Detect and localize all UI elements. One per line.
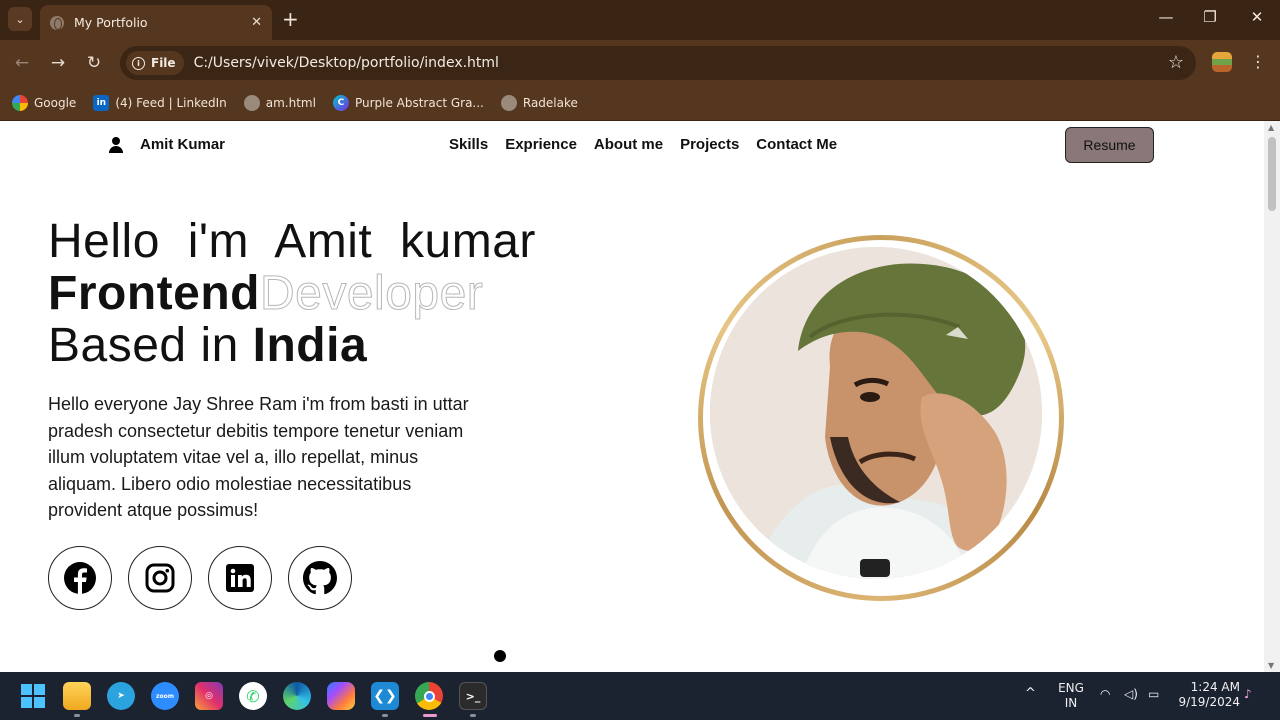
nav-contact[interactable]: Contact Me [756, 136, 837, 153]
nav-experience[interactable]: Exprience [505, 136, 577, 153]
bookmark-label: Google [34, 96, 77, 110]
profile-photo-frame [698, 235, 1064, 601]
profile-portrait-illustration [710, 247, 1042, 579]
instagram-icon [145, 563, 175, 593]
region-code: IN [1064, 696, 1078, 710]
google-icon [12, 95, 28, 111]
nav-projects[interactable]: Projects [680, 136, 739, 153]
hero-developer: Developer [259, 267, 484, 320]
scroll-up-arrow-icon[interactable]: ▲ [1268, 123, 1274, 132]
resume-button[interactable]: Resume [1065, 127, 1154, 163]
whatsapp-icon[interactable]: ✆ [239, 682, 267, 710]
carousel-dot[interactable] [494, 650, 506, 662]
wifi-icon[interactable]: ◠ [1100, 687, 1110, 702]
linkedin-link[interactable] [208, 546, 272, 610]
browser-toolbar: ← → ↻ i File C:/Users/vivek/Desktop/port… [0, 40, 1280, 86]
file-chip-label: File [151, 56, 176, 70]
windows-taskbar: ➤ zoom ◎ ✆ ❮❯ >_ ^ ENG IN ◠ ◁) ▭ 1:24 AM… [0, 672, 1280, 720]
nav-skills[interactable]: Skills [449, 136, 488, 153]
facebook-icon [64, 562, 96, 594]
linkedin-icon [226, 564, 254, 592]
bookmark-linkedin[interactable]: in (4) Feed | LinkedIn [93, 95, 227, 111]
tab-strip: ⌄ My Portfolio ✕ + — ❐ ✕ [0, 0, 1280, 40]
brand-name: Amit Kumar [140, 136, 226, 153]
hero-line-2: FrontendDeveloper [48, 267, 536, 320]
profile-photo [710, 247, 1042, 579]
windows-start-icon[interactable] [19, 682, 47, 710]
user-icon [108, 136, 124, 153]
new-tab-button[interactable]: + [282, 9, 299, 29]
extension-icon[interactable] [1212, 52, 1232, 72]
social-links [48, 546, 368, 610]
tray-overflow-chevron-icon[interactable]: ^ [1025, 686, 1036, 701]
bookmark-star-icon[interactable]: ☆ [1168, 52, 1184, 73]
tab-title: My Portfolio [74, 15, 148, 30]
hero-india: India [252, 319, 368, 372]
hero-line-3: Based in India [48, 320, 536, 372]
tab-search-chevron-icon[interactable]: ⌄ [8, 7, 32, 31]
back-arrow-icon[interactable]: ← [10, 51, 34, 75]
vscode-icon[interactable]: ❮❯ [371, 682, 399, 710]
volume-icon[interactable]: ◁) [1124, 687, 1138, 702]
address-bar[interactable]: i File C:/Users/vivek/Desktop/portfolio/… [120, 46, 1196, 80]
instagram-app-icon[interactable]: ◎ [195, 682, 223, 710]
page-scrollbar[interactable]: ▲ ▼ [1264, 121, 1280, 672]
terminal-icon[interactable]: >_ [459, 682, 487, 710]
nav-about[interactable]: About me [594, 136, 663, 153]
forward-arrow-icon[interactable]: → [46, 51, 70, 75]
bookmark-radelake[interactable]: Radelake [500, 95, 578, 111]
instagram-link[interactable] [128, 546, 192, 610]
hero-frontend: Frontend [48, 267, 260, 320]
bookmark-purple-abstract[interactable]: C Purple Abstract Gra... [332, 95, 484, 111]
hero-heading: Hello i'm Amit kumar FrontendDeveloper B… [48, 216, 536, 372]
globe-icon [243, 95, 260, 111]
edge-icon[interactable] [283, 682, 311, 710]
close-window-button[interactable]: ✕ [1247, 8, 1267, 26]
battery-icon[interactable]: ▭ [1148, 687, 1159, 702]
site-info-chip[interactable]: i File [126, 51, 184, 75]
minimize-button[interactable]: — [1156, 8, 1176, 26]
canva-icon: C [332, 95, 349, 111]
clock[interactable]: 1:24 AM 9/19/2024 [1178, 680, 1240, 710]
github-icon [303, 561, 337, 595]
close-tab-icon[interactable]: ✕ [251, 15, 262, 30]
url-text[interactable]: C:/Users/vivek/Desktop/portfolio/index.h… [194, 55, 499, 71]
hero-description: Hello everyone Jay Shree Ram i'm from ba… [48, 394, 469, 521]
bookmarks-bar: Google in (4) Feed | LinkedIn am.html C Pu… [0, 86, 1280, 121]
notification-bell-icon[interactable]: ♪ [1244, 687, 1252, 702]
bookmark-label: Purple Abstract Gra... [354, 96, 484, 110]
menu-kebab-icon[interactable]: ⋮ [1250, 52, 1266, 71]
scroll-down-arrow-icon[interactable]: ▼ [1268, 661, 1274, 670]
restore-button[interactable]: ❐ [1200, 8, 1220, 26]
chrome-icon[interactable] [415, 682, 443, 710]
reload-icon[interactable]: ↻ [82, 51, 106, 75]
language-code: ENG [1058, 681, 1084, 695]
windows-logo-icon [21, 684, 45, 708]
main-nav: Skills Exprience About me Projects Conta… [449, 136, 854, 153]
scrollbar-thumb[interactable] [1268, 137, 1276, 211]
copilot-icon[interactable] [327, 682, 355, 710]
page-viewport: Amit Kumar Skills Exprience About me Pro… [0, 121, 1264, 672]
info-icon: i [132, 56, 145, 70]
language-indicator[interactable]: ENG IN [1057, 681, 1085, 711]
brand[interactable]: Amit Kumar [108, 136, 225, 153]
tab-my-portfolio[interactable]: My Portfolio ✕ [40, 5, 272, 40]
bookmark-label: Radelake [522, 96, 578, 110]
globe-icon [500, 95, 517, 111]
facebook-link[interactable] [48, 546, 112, 610]
linkedin-icon: in [93, 95, 110, 111]
github-link[interactable] [288, 546, 352, 610]
telegram-icon[interactable]: ➤ [107, 682, 135, 710]
bookmark-google[interactable]: Google [12, 95, 76, 111]
zoom-icon[interactable]: zoom [151, 682, 179, 710]
bookmark-am-html[interactable]: am.html [243, 95, 316, 111]
bookmark-label: (4) Feed | LinkedIn [115, 96, 227, 110]
hero-based-in: Based in [48, 319, 253, 372]
hero-line-1: Hello i'm Amit kumar [48, 215, 536, 268]
file-explorer-icon[interactable] [63, 682, 91, 710]
bookmark-label: am.html [265, 96, 316, 110]
clock-time: 1:24 AM [1190, 680, 1240, 694]
globe-icon [50, 15, 64, 30]
clock-date: 9/19/2024 [1178, 695, 1240, 709]
